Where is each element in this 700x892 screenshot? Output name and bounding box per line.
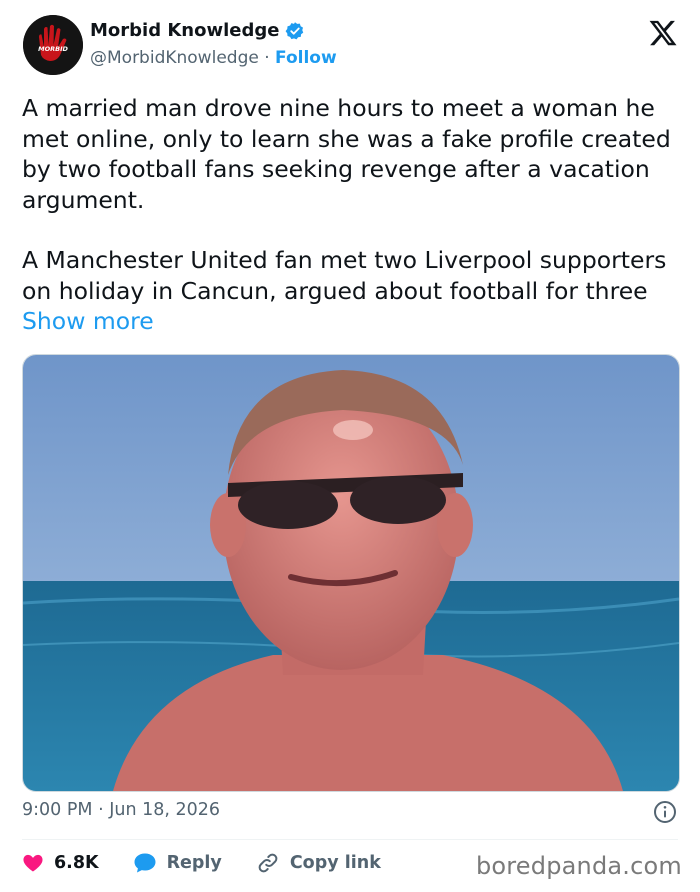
tweet-media-image[interactable]: [22, 354, 680, 792]
watermark: boredpanda.com: [475, 852, 682, 880]
copy-link-button[interactable]: Copy link: [256, 851, 381, 875]
follow-button[interactable]: Follow: [275, 48, 337, 68]
copy-link-label: Copy link: [289, 853, 381, 873]
tweet-paragraph: A Manchester United fan met two Liverpoo…: [22, 245, 682, 337]
author-name-row: Morbid Knowledge: [90, 20, 305, 41]
show-more-link[interactable]: Show more: [22, 307, 154, 335]
handle-row: @MorbidKnowledge · Follow: [90, 48, 337, 68]
handle[interactable]: @MorbidKnowledge: [90, 48, 259, 68]
verified-badge-icon: [286, 21, 304, 39]
handle-separator: ·: [264, 48, 270, 68]
morbid-hand-logo: MORBID: [23, 15, 83, 75]
info-icon[interactable]: [653, 800, 677, 824]
display-name[interactable]: Morbid Knowledge: [90, 20, 279, 41]
tweet-paragraph: A married man drove nine hours to meet a…: [22, 94, 671, 214]
reply-bubble-icon: [134, 853, 156, 873]
tweet-text: A married man drove nine hours to meet a…: [22, 93, 682, 337]
photo-man-at-beach: [23, 355, 679, 791]
reply-label: Reply: [166, 853, 222, 873]
tweet-actions: 6.8K Reply Copy link: [22, 851, 415, 875]
divider: [22, 839, 678, 840]
like-button[interactable]: 6.8K: [22, 852, 99, 874]
tweet-timestamp[interactable]: 9:00 PM · Jun 18, 2026: [22, 800, 220, 820]
avatar-logo-text: MORBID: [38, 45, 68, 53]
tweet-paragraph-text: A Manchester United fan met two Liverpoo…: [22, 246, 667, 305]
heart-icon: [23, 854, 43, 872]
like-count: 6.8K: [54, 853, 99, 873]
x-logo-icon[interactable]: [648, 18, 678, 48]
avatar[interactable]: MORBID: [23, 15, 83, 75]
link-icon: [258, 853, 278, 873]
reply-button[interactable]: Reply: [133, 852, 222, 874]
